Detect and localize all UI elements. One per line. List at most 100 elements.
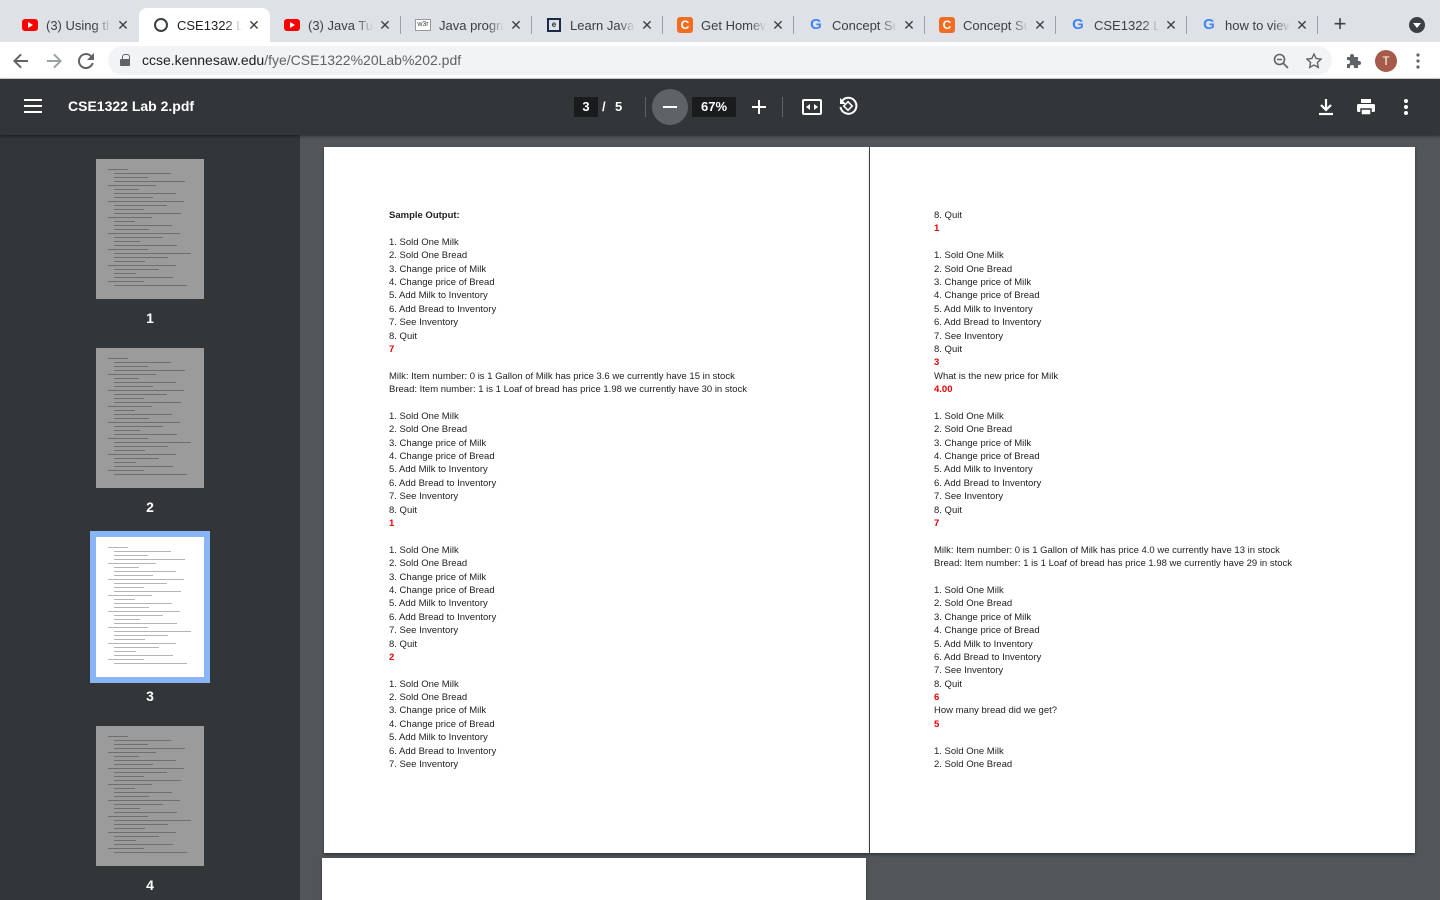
page-thumbnail[interactable] (96, 726, 204, 866)
browser-tab[interactable]: CSE1322 Lab✕ (139, 8, 270, 42)
url-host: ccse.kennesaw.edu (142, 52, 265, 68)
close-icon[interactable]: ✕ (508, 17, 524, 33)
bookmark-star-icon[interactable] (1304, 51, 1324, 71)
browser-tab[interactable]: w3r Java programming✕ (401, 8, 532, 42)
user-input: 1 (934, 223, 940, 235)
output-line: Bread: Item number: 1 is 1 Loaf of bread… (934, 558, 1293, 570)
browser-menu-button[interactable] (1405, 48, 1431, 74)
thumbnail-text-line (108, 185, 156, 186)
zoom-in-button[interactable] (750, 98, 768, 116)
thumbnail-text-line (114, 285, 187, 286)
rotate-icon[interactable] (838, 96, 858, 116)
zoom-level-input[interactable]: 67% (692, 97, 736, 117)
output-line: 4. Change price of Bread (934, 625, 1040, 637)
thumbnail-text-line (114, 828, 145, 829)
zoom-out-button[interactable] (652, 89, 688, 125)
thumbnail-text-line (114, 555, 148, 556)
reload-button[interactable] (73, 48, 99, 74)
new-tab-button[interactable]: + (1327, 12, 1353, 38)
output-line: 4. Change price of Bread (934, 451, 1040, 463)
extensions-button[interactable] (1341, 48, 1367, 74)
thumbnail-text-line (108, 201, 184, 202)
output-line: 2. Sold One Bread (389, 558, 468, 570)
output-line: 1. Sold One Milk (389, 544, 459, 556)
tab-favicon: C (939, 17, 955, 33)
thumbnail-text-line (114, 261, 145, 262)
tab-favicon: G (808, 17, 824, 33)
close-icon[interactable]: ✕ (1294, 17, 1310, 33)
zoom-indicator-icon[interactable] (1271, 51, 1291, 71)
thumbnail-text-line (114, 744, 148, 745)
thumbnail-text-line (108, 832, 176, 833)
browser-tab[interactable]: C Concept Summary✕ (925, 8, 1056, 42)
page-total: 5 (615, 99, 623, 114)
thumbnail-text-line (108, 547, 128, 548)
more-actions-icon[interactable] (1394, 95, 1418, 119)
page-thumbnail[interactable] (96, 159, 204, 299)
back-button[interactable] (8, 48, 34, 74)
output-line: 5. Add Milk to Inventory (389, 598, 488, 610)
address-bar[interactable]: ccse.kennesaw.edu/fye/CSE1322%20Lab%202.… (108, 46, 1332, 75)
close-icon[interactable]: ✕ (639, 17, 655, 33)
tab-search-button[interactable] (1406, 14, 1428, 36)
tab-strip: (3) Using the✕CSE1322 Lab✕(3) Java Tutor… (0, 0, 1440, 42)
page-thumbnail[interactable] (96, 537, 204, 677)
browser-tab[interactable]: Ghow to view ✕ (1187, 8, 1318, 42)
browser-tab[interactable]: e Learn Java ✕ (532, 8, 663, 42)
globe-icon (154, 18, 168, 32)
thumbnail-text-line (108, 470, 144, 471)
browser-tab[interactable]: (3) Using the✕ (8, 8, 139, 42)
thumbnail-text-line (108, 643, 176, 644)
output-line: 2. Sold One Bread (934, 263, 1013, 275)
thumbnail-text-line (114, 748, 185, 749)
thumbnail-page-number: 4 (146, 877, 154, 893)
fit-to-page-icon[interactable] (802, 99, 822, 115)
thumbnail-text-line (114, 402, 181, 403)
thumbnail-text-line (114, 551, 171, 552)
tab-title: how to view (1225, 17, 1290, 33)
thumbnail-text-line (108, 169, 128, 170)
thumbnail-text-line (114, 229, 149, 230)
profile-avatar[interactable]: T (1375, 50, 1397, 72)
page-thumbnail[interactable] (96, 348, 204, 488)
browser-tab[interactable]: G Concept Summary✕ (794, 8, 925, 42)
reload-icon (78, 53, 94, 69)
output-line: 7. See Inventory (389, 491, 459, 503)
output-line: 3. Change price of Milk (389, 263, 487, 275)
close-icon[interactable]: ✕ (1163, 17, 1179, 33)
thumbnail-text-line (114, 362, 171, 363)
url-text: ccse.kennesaw.edu/fye/CSE1322%20Lab%202.… (142, 52, 461, 68)
browser-tab[interactable]: G CSE1322 Lab✕ (1056, 8, 1187, 42)
close-icon[interactable]: ✕ (770, 17, 786, 33)
download-icon[interactable] (1314, 95, 1338, 119)
thumbnail-text-line (108, 406, 152, 407)
close-icon[interactable]: ✕ (115, 17, 131, 33)
tab-title: CSE1322 Lab (177, 17, 242, 33)
tab-favicon (153, 17, 169, 33)
browser-tab[interactable]: C Get Homework✕ (663, 8, 794, 42)
user-input: 6 (934, 692, 940, 704)
thumbnail-text-line (114, 607, 149, 608)
forward-button[interactable] (41, 48, 67, 74)
hamburger-menu-icon[interactable] (24, 99, 42, 113)
close-icon[interactable]: ✕ (901, 17, 917, 33)
browser-tab[interactable]: (3) Java Tutorial✕ (270, 8, 401, 42)
close-icon[interactable]: ✕ (1032, 17, 1048, 33)
thumbnail-text-line (114, 245, 177, 246)
output-line: 2. Sold One Bread (389, 692, 468, 704)
document-viewer[interactable]: Sample Output: 1. Sold One Milk 2. Sold On… (300, 135, 1440, 900)
thumbnail-text-line (114, 740, 171, 741)
url-path: /fye/CSE1322%20Lab%202.pdf (264, 52, 462, 68)
tab-favicon: C (677, 17, 693, 33)
page-number-input[interactable]: 3 (574, 97, 598, 117)
thumbnail-text-line (108, 816, 148, 817)
thumbnail-text-line (114, 615, 163, 616)
close-icon[interactable]: ✕ (246, 17, 262, 33)
print-icon[interactable] (1354, 95, 1378, 119)
output-line: 6. Add Bread to Inventory (389, 303, 497, 315)
output-line: 6. Add Bread to Inventory (389, 477, 497, 489)
output-line: 5. Add Milk to Inventory (389, 732, 488, 744)
close-icon[interactable]: ✕ (377, 17, 393, 33)
